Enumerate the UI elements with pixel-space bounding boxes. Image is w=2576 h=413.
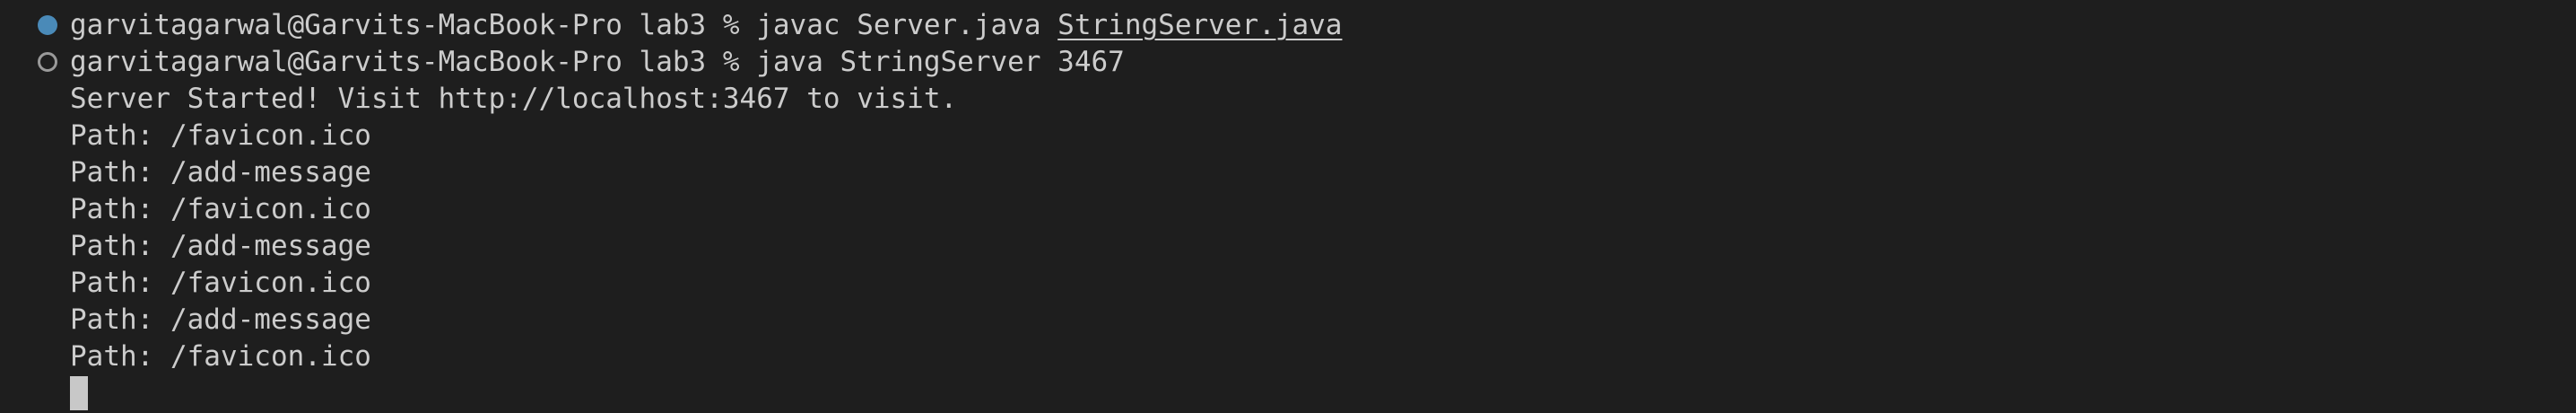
output-line: Path: /favicon.ico [70, 267, 371, 299]
command-success-marker-icon[interactable] [38, 15, 57, 35]
prompt-1: garvitagarwal@Garvits-MacBook-Pro lab3 % [70, 9, 757, 41]
terminal-panel[interactable]: garvitagarwal@Garvits-MacBook-Pro lab3 %… [0, 0, 2576, 413]
output-line: Path: /add-message [70, 230, 371, 262]
file-link-stringserver[interactable]: StringServer.java [1057, 9, 1342, 41]
command-text-1: javac Server.java [756, 9, 1058, 41]
command-line-1: garvitagarwal@Garvits-MacBook-Pro lab3 %… [70, 7, 1342, 43]
prompt-2: garvitagarwal@Garvits-MacBook-Pro lab3 % [70, 46, 757, 78]
output-line: Path: /favicon.ico [70, 119, 371, 152]
output-line: Path: /add-message [70, 303, 371, 336]
command-text-2: java StringServer 3467 [756, 46, 1125, 78]
command-line-2: garvitagarwal@Garvits-MacBook-Pro lab3 %… [70, 44, 1125, 80]
scroll-shadow [0, 0, 2576, 4]
terminal-cursor [70, 376, 88, 410]
command-running-marker-icon[interactable] [38, 52, 57, 72]
output-line: Server Started! Visit http://localhost:3… [70, 83, 958, 115]
output-line: Path: /favicon.ico [70, 340, 371, 373]
output-line: Path: /add-message [70, 156, 371, 189]
output-line: Path: /favicon.ico [70, 193, 371, 225]
